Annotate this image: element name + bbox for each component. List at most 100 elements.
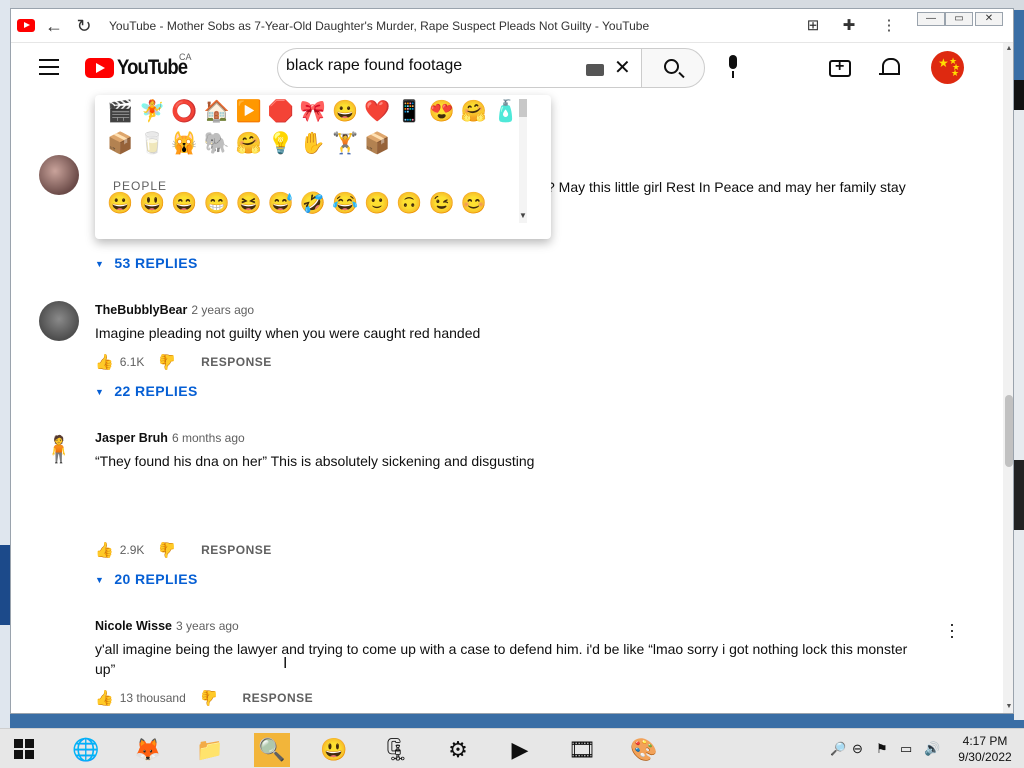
dislike-thumb-icon[interactable]: 👍 [158, 541, 177, 559]
avatar[interactable]: 🧍 [39, 429, 79, 469]
yahoo-messenger-icon[interactable]: 😃 [316, 733, 352, 767]
reload-icon[interactable]: ↻ [73, 15, 95, 37]
like-count: 6.1K [119, 355, 145, 369]
account-avatar[interactable]: ★ ★ ★ ★ [931, 51, 964, 84]
text-cursor-icon: I [283, 655, 288, 672]
scroll-down-arrow-icon[interactable]: ▼ [519, 211, 527, 220]
browser-window: ← ↻ YouTube - Mother Sobs as 7-Year-Old … [10, 8, 1014, 714]
logo-text: YouTube [117, 56, 188, 79]
comment-actions: 👍 13 thousand 👍 RESPONSE [95, 689, 313, 713]
region-label: CA [179, 52, 192, 62]
taskbar-clock[interactable]: 4:17 PM 9/30/2022 [950, 733, 1020, 765]
scroll-thumb[interactable] [1005, 395, 1013, 467]
windows-start-icon[interactable] [14, 739, 36, 759]
back-arrow-icon[interactable]: ← [43, 15, 65, 37]
comment-text: “They found his dna on her” This is abso… [95, 453, 535, 469]
comment-author[interactable]: Jasper Bruh 6 months ago [95, 431, 245, 445]
view-replies-button[interactable]: ▼ 53 REPLIES [95, 255, 198, 271]
avatar[interactable] [39, 301, 79, 341]
author-name[interactable]: Nicole Wisse [95, 619, 172, 633]
browser-toolbar: ← ↻ YouTube - Mother Sobs as 7-Year-Old … [11, 9, 1013, 43]
desktop-background-right [1014, 80, 1024, 720]
comment-actions: 👍 6.1K 👍 RESPONSE [95, 353, 272, 377]
minimize-button[interactable]: — [917, 12, 945, 26]
clear-search-icon[interactable]: ✕ [614, 57, 631, 79]
emoji-row[interactable]: 📦🥛🙀🐘🤗💡✋🏋️📦 [107, 131, 396, 157]
view-replies-button[interactable]: ▼ 20 REPLIES [95, 571, 198, 587]
like-thumb-icon[interactable]: 👍 [95, 353, 114, 371]
browser-menu-icon[interactable]: ⋮ [879, 16, 899, 36]
reply-button[interactable]: RESPONSE [201, 355, 272, 369]
replies-label: 53 REPLIES [114, 255, 198, 271]
youtube-app-icon[interactable]: ▶ [502, 733, 538, 767]
comment-author[interactable]: TheBubblyBear 2 years ago [95, 303, 254, 317]
comment-author[interactable]: Nicole Wisse 3 years ago [95, 619, 239, 633]
settings-gear-icon[interactable]: ⚙ [440, 733, 476, 767]
comment-text: ? May this little girl Rest In Peace and… [547, 179, 906, 195]
picker-scrollbar[interactable]: ▼ [519, 99, 527, 223]
author-name[interactable]: Jasper Bruh [95, 431, 168, 445]
volume-tray-icon[interactable]: 🔊 [924, 741, 940, 757]
voice-search-mic-icon[interactable] [721, 55, 745, 83]
view-replies-button[interactable]: ▼ 22 REPLIES [95, 383, 198, 399]
maximize-button[interactable]: ▭ [945, 12, 973, 26]
comment-timestamp[interactable]: 2 years ago [191, 303, 254, 317]
youtube-play-icon [85, 58, 114, 78]
like-count: 13 thousand [119, 691, 186, 705]
search-input[interactable] [286, 57, 576, 75]
close-button[interactable]: ✕ [975, 12, 1003, 26]
search-box[interactable]: ✕ [277, 48, 641, 88]
taskbar: 🌐 🦊 📁 🔍 😃 🗜 ⚙ ▶ 🎞 🎨 🔎 ⊖ ⚑ ▭ 🔊 4:17 PM 9/… [0, 728, 1024, 768]
search-tray-icon[interactable]: 🔎 [830, 741, 846, 757]
7zip-icon[interactable]: 🗜 [378, 733, 414, 767]
youtube-header: YouTube CA ✕ ★ ★ ★ ★ [11, 43, 1013, 95]
chevron-down-icon: ▼ [95, 575, 105, 586]
search-icon [664, 59, 679, 74]
comment-timestamp[interactable]: 3 years ago [176, 619, 239, 633]
author-name[interactable]: TheBubblyBear [95, 303, 187, 317]
emoji-row[interactable]: 😀😃😄😁😆😅🤣😂🙂🙃😉😊 [107, 191, 493, 217]
page-title: YouTube - Mother Sobs as 7-Year-Old Daug… [109, 19, 650, 33]
paint-icon[interactable]: 🎨 [626, 733, 662, 767]
firefox-icon[interactable]: 🦊 [130, 733, 166, 767]
reply-button[interactable]: RESPONSE [201, 543, 272, 557]
desktop-background-left [0, 0, 10, 728]
dislike-thumb-icon[interactable]: 👍 [200, 689, 219, 707]
youtube-favicon-icon [17, 19, 35, 32]
scroll-down-arrow-icon[interactable]: ▼ [1005, 703, 1013, 710]
movie-maker-icon[interactable]: 🎞 [564, 733, 600, 767]
extensions-puzzle-icon[interactable]: ✚ [839, 16, 859, 36]
like-thumb-icon[interactable]: 👍 [95, 689, 114, 707]
reply-button[interactable]: RESPONSE [242, 691, 313, 705]
file-explorer-icon[interactable]: 📁 [192, 733, 228, 767]
replies-label: 20 REPLIES [114, 571, 198, 587]
dislike-thumb-icon[interactable]: 👍 [158, 353, 177, 371]
comment-text: Imagine pleading not guilty when you wer… [95, 325, 481, 341]
tray-status-icon[interactable]: ⊖ [852, 741, 863, 757]
chevron-down-icon: ▼ [95, 259, 105, 270]
comment-actions: 👍 2.9K 👍 RESPONSE [95, 541, 272, 565]
search-button[interactable] [641, 48, 705, 88]
keyboard-icon[interactable] [586, 64, 604, 76]
network-tray-icon[interactable]: ▭ [900, 741, 912, 757]
notifications-bell-icon[interactable] [877, 55, 903, 81]
replies-label: 22 REPLIES [114, 383, 198, 399]
comment-text: y'all imagine being the lawyer and tryin… [95, 641, 908, 677]
clock-date: 9/30/2022 [958, 750, 1012, 764]
like-thumb-icon[interactable]: 👍 [95, 541, 114, 559]
hamburger-menu-icon[interactable] [39, 59, 59, 75]
chevron-down-icon: ▼ [95, 387, 105, 398]
emoji-row[interactable]: 🎬🧚⭕🏠▶️🛑🎀😀❤️📱😍🤗🧴 [107, 99, 525, 125]
like-count: 2.9K [119, 543, 145, 557]
create-video-icon[interactable] [829, 58, 851, 77]
translate-icon[interactable]: ⊞ [803, 16, 823, 36]
chrome-icon[interactable]: 🌐 [68, 733, 104, 767]
search-magnifier-app-icon[interactable]: 🔍 [254, 733, 290, 767]
scroll-up-arrow-icon[interactable]: ▲ [1005, 45, 1013, 52]
avatar[interactable] [39, 155, 79, 195]
flag-tray-icon[interactable]: ⚑ [876, 741, 888, 757]
comment-timestamp[interactable]: 6 months ago [172, 431, 245, 445]
comment-menu-icon[interactable]: · · · [949, 615, 955, 645]
page-scrollbar[interactable]: ▲ ▼ [1003, 43, 1013, 713]
emoji-picker: 🎬🧚⭕🏠▶️🛑🎀😀❤️📱😍🤗🧴 📦🥛🙀🐘🤗💡✋🏋️📦 PEOPLE 😀😃😄😁😆😅… [95, 95, 551, 239]
